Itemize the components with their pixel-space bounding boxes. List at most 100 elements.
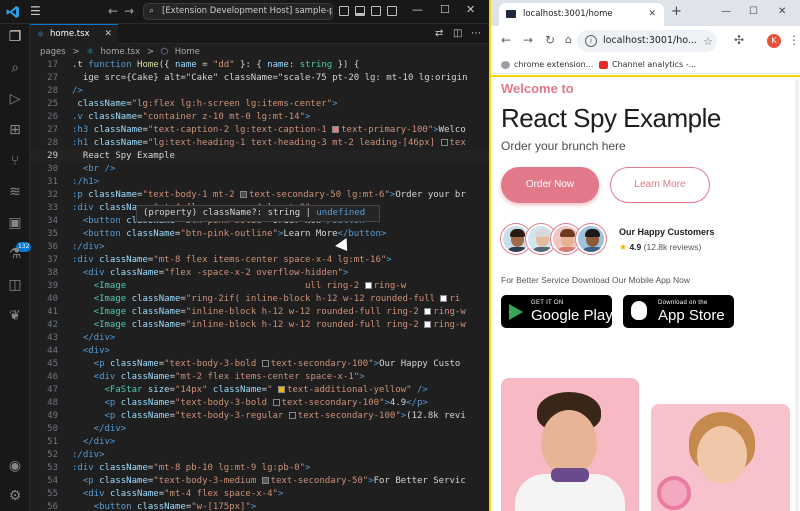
code-line[interactable]: 27 ige src={Cake} alt="Cake" className="… xyxy=(30,72,489,85)
code-line[interactable]: 35 <button className="btn-pink-outline">… xyxy=(30,228,489,241)
order-now-button[interactable]: Order Now xyxy=(501,167,599,203)
code-line[interactable]: 56 <button className="w-[175px]"> xyxy=(30,501,489,511)
url-text: localhost:3001/ho... xyxy=(603,35,697,46)
settings-gear-icon[interactable]: ⚙ xyxy=(6,487,24,505)
close-window-icon[interactable]: ✕ xyxy=(466,3,475,16)
line-number: 33 xyxy=(47,203,58,213)
code-line[interactable]: 25 className="lg:flex lg:h-screen lg:ite… xyxy=(30,98,489,111)
scrollbar[interactable] xyxy=(795,79,799,511)
back-arrow-icon[interactable]: ← xyxy=(501,33,511,47)
minimize-icon[interactable]: — xyxy=(721,6,731,17)
bookmark-label: Channel analytics -... xyxy=(612,60,697,69)
code-line[interactable]: 44 <div> xyxy=(30,345,489,358)
hamburger-menu-icon[interactable]: ☰ xyxy=(30,4,41,18)
source-control-icon[interactable]: ⑂ xyxy=(6,152,24,170)
chrome-menu-icon[interactable]: ⋮ xyxy=(788,33,800,47)
learn-more-button[interactable]: Learn More xyxy=(610,167,710,203)
code-line[interactable]: 46 <div className="mt-2 flex items-cente… xyxy=(30,371,489,384)
code-line[interactable]: 41 <Image className="inline-block h-12 w… xyxy=(30,306,489,319)
customize-layout-icon[interactable] xyxy=(387,6,397,16)
code-line[interactable]: 53:div className="mt-8 pb-10 lg:mt-9 lg:… xyxy=(30,462,489,475)
code-line[interactable]: 51 </div> xyxy=(30,436,489,449)
compare-changes-icon[interactable]: ⇄ xyxy=(435,28,443,39)
code-line[interactable]: 27:h3 className="text-caption-2 lg:text-… xyxy=(30,124,489,137)
bookmark-star-icon[interactable]: ☆ xyxy=(703,35,713,48)
breadcrumb-symbol[interactable]: Home xyxy=(175,47,200,57)
code-line[interactable]: 47 <FaStar size="14px" className=" text-… xyxy=(30,384,489,397)
code-line[interactable]: 26 .v className="container z-10 mt-0 lg:m… xyxy=(30,111,489,124)
more-actions-icon[interactable]: ⋯ xyxy=(471,28,481,39)
code-line[interactable]: 40 <Image className="ring-2if( inline-bl… xyxy=(30,293,489,306)
code-line[interactable]: 49 <p className="text-body-3-regular tex… xyxy=(30,410,489,423)
code-line[interactable]: 30 <br /> xyxy=(30,163,489,176)
breadcrumb-folder[interactable]: pages xyxy=(40,47,66,57)
code-line[interactable]: 38 <div className="flex -space-x-2 overf… xyxy=(30,267,489,280)
forward-arrow-icon[interactable]: → xyxy=(523,33,533,47)
extensions-puzzle-icon[interactable]: ✣ xyxy=(734,33,744,47)
extensions-icon[interactable]: ⊞ xyxy=(6,121,24,139)
code-line[interactable]: 36:/div> xyxy=(30,241,489,254)
maximize-icon[interactable]: ☐ xyxy=(749,6,758,17)
breadcrumb-file[interactable]: home.tsx xyxy=(101,47,141,57)
code-line[interactable]: 17 .t function Home({ name = "dd" }: { na… xyxy=(30,59,489,72)
browser-tab-title: localhost:3001/home xyxy=(523,9,613,19)
testing-icon[interactable]: ⚗ xyxy=(6,245,24,263)
line-number: 28 xyxy=(47,86,58,96)
toggle-secondary-sidebar-icon[interactable] xyxy=(371,6,381,16)
command-center[interactable]: ⌕ [Extension Development Host] sample-pr… xyxy=(143,3,333,20)
profile-avatar[interactable]: K xyxy=(767,34,781,48)
code-line[interactable]: 48 <p className="text-body-3-bold text-s… xyxy=(30,397,489,410)
customer-rating: ★ 4.9 (12.8k reviews) xyxy=(619,242,701,253)
code-line[interactable]: 32:p className="text-body-1 mt-2 text-se… xyxy=(30,189,489,202)
code-line[interactable]: 45 <p className="text-body-3-bold text-s… xyxy=(30,358,489,371)
line-number: 40 xyxy=(47,294,58,304)
favicon-icon xyxy=(506,10,516,18)
code-line[interactable]: 54 <p className="text-body-3-medium text… xyxy=(30,475,489,488)
explorer-icon[interactable]: ❐ xyxy=(6,28,24,46)
code-line[interactable]: 55 <div className="mt-4 flex space-x-4"> xyxy=(30,488,489,501)
breadcrumb-separator: > xyxy=(72,47,80,57)
spy-extension-icon[interactable]: ≋ xyxy=(6,183,24,201)
code-line[interactable]: 29 React Spy Example xyxy=(30,150,489,163)
close-tab-icon[interactable]: ✕ xyxy=(648,3,656,25)
line-number: 41 xyxy=(47,307,58,317)
code-line[interactable]: 50 </div> xyxy=(30,423,489,436)
remote-explorer-icon[interactable]: ▣ xyxy=(6,214,24,232)
address-bar[interactable]: i localhost:3001/ho... xyxy=(577,30,717,52)
app-store-button[interactable]: Download on the App Store xyxy=(623,295,734,328)
code-line[interactable]: 52:/div> xyxy=(30,449,489,462)
toggle-panel-icon[interactable] xyxy=(355,6,365,16)
maximize-icon[interactable]: ☐ xyxy=(440,3,450,16)
close-window-icon[interactable]: ✕ xyxy=(778,6,786,17)
bookmark-item[interactable]: chrome extension... xyxy=(501,59,593,71)
minimize-icon[interactable]: — xyxy=(412,3,423,16)
code-line[interactable]: 43 </div> xyxy=(30,332,489,345)
close-tab-icon[interactable]: ✕ xyxy=(104,25,112,44)
home-icon[interactable]: ⌂ xyxy=(565,33,572,46)
account-icon[interactable]: ◉ xyxy=(6,457,24,475)
forward-arrow-icon[interactable]: → xyxy=(124,4,134,18)
line-number: 56 xyxy=(47,502,58,511)
code-line[interactable]: 28:h1 className="lg:text-heading-1 text-… xyxy=(30,137,489,150)
line-number: 39 xyxy=(47,281,58,291)
code-line[interactable]: 39 <Image ull ring-2 ring-w xyxy=(30,280,489,293)
browser-tab[interactable]: localhost:3001/home ✕ xyxy=(499,3,664,26)
split-editor-icon[interactable]: ◫ xyxy=(453,28,462,39)
code-line[interactable]: 31:/h1> xyxy=(30,176,489,189)
search-view-icon[interactable]: ⌕ xyxy=(6,59,24,77)
back-arrow-icon[interactable]: ← xyxy=(108,4,118,18)
code-editor[interactable]: 17 .t function Home({ name = "dd" }: { na… xyxy=(30,59,489,511)
reload-icon[interactable]: ↻ xyxy=(545,33,555,47)
bookmark-item[interactable]: Channel analytics -... xyxy=(599,59,696,71)
tree-icon[interactable]: ❦ xyxy=(6,307,24,325)
docker-icon[interactable]: ◫ xyxy=(6,276,24,294)
run-debug-icon[interactable]: ▷ xyxy=(6,90,24,108)
tab-home-tsx[interactable]: ⚛ home.tsx ✕ xyxy=(30,24,118,44)
site-info-icon[interactable]: i xyxy=(585,35,597,47)
new-tab-icon[interactable]: + xyxy=(671,4,682,19)
code-line[interactable]: 37:div className="mt-8 flex items-center… xyxy=(30,254,489,267)
code-line[interactable]: 42 <Image className="inline-block h-12 w… xyxy=(30,319,489,332)
google-play-button[interactable]: GET IT ON Google Play xyxy=(501,295,613,328)
toggle-sidebar-icon[interactable] xyxy=(339,6,349,16)
code-line[interactable]: 28 /> xyxy=(30,85,489,98)
